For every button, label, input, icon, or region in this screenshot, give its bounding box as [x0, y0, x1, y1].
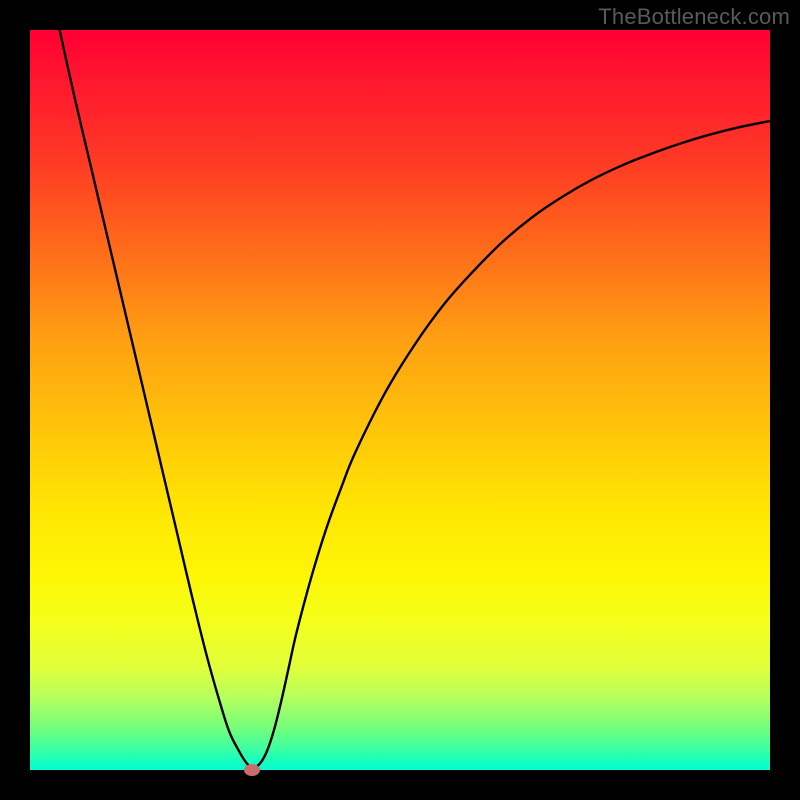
curve-svg — [30, 30, 770, 770]
watermark-text: TheBottleneck.com — [598, 4, 790, 30]
min-marker — [244, 764, 260, 776]
bottleneck-curve — [60, 30, 770, 768]
plot-area — [30, 30, 770, 770]
chart-frame: TheBottleneck.com — [0, 0, 800, 800]
